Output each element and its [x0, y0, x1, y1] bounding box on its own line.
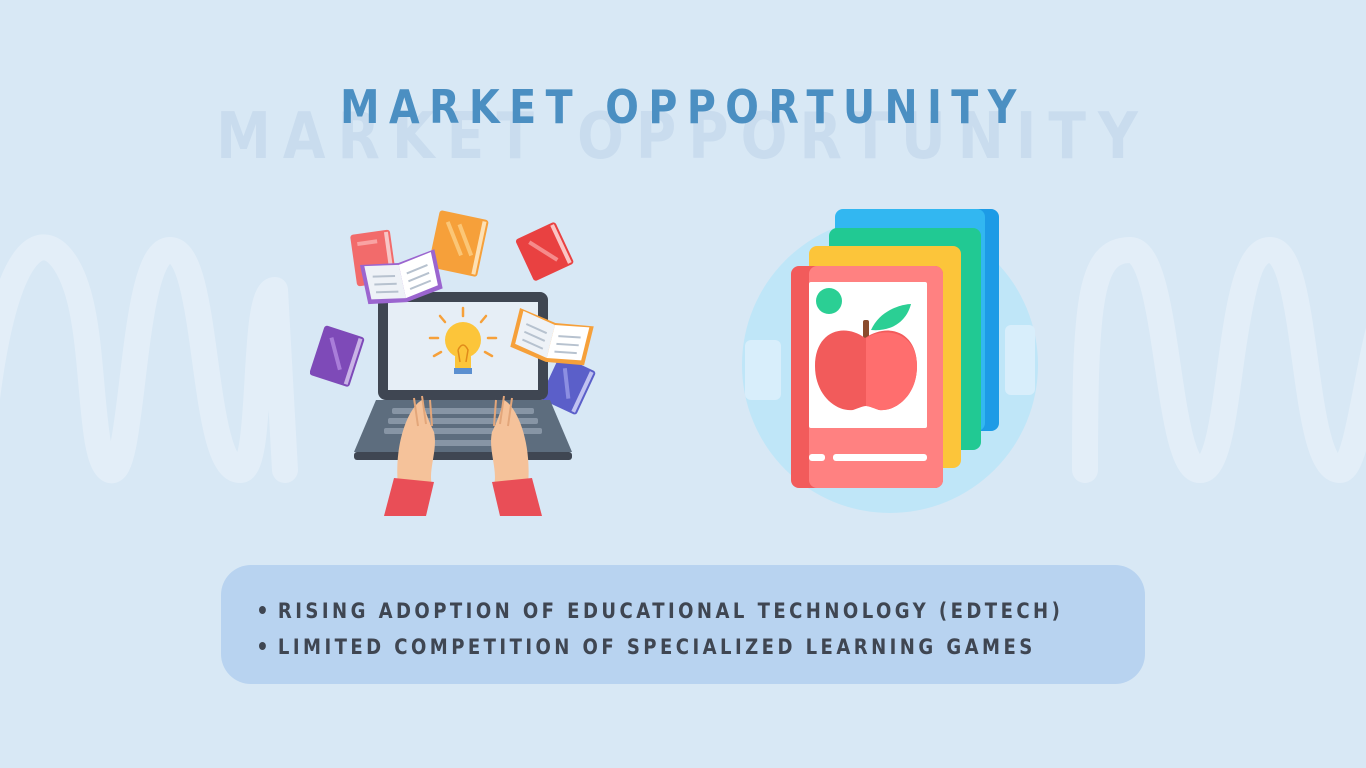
- bullet-list: RISING ADOPTION OF EDUCATIONAL TECHNOLOG…: [259, 593, 1145, 665]
- book-icon: [515, 222, 574, 281]
- bullet-panel: RISING ADOPTION OF EDUCATIONAL TECHNOLOG…: [221, 565, 1145, 684]
- page-title: MARKET OPPORTUNITY: [340, 80, 1026, 134]
- list-item: LIMITED COMPETITION OF SPECIALIZED LEARN…: [259, 629, 1032, 665]
- book-icon: [310, 325, 365, 387]
- bullet-text: RISING ADOPTION OF EDUCATIONAL TECHNOLOG…: [277, 599, 1064, 623]
- apple-flashcards-icon: [742, 209, 1038, 513]
- bullet-text: LIMITED COMPETITION OF SPECIALIZED LEARN…: [277, 635, 1036, 659]
- bullet-dot-icon: [259, 642, 266, 650]
- bullet-dot-icon: [259, 606, 266, 614]
- laptop-with-books-lightbulb-icon: [310, 210, 596, 516]
- list-item: RISING ADOPTION OF EDUCATIONAL TECHNOLOG…: [259, 593, 1060, 629]
